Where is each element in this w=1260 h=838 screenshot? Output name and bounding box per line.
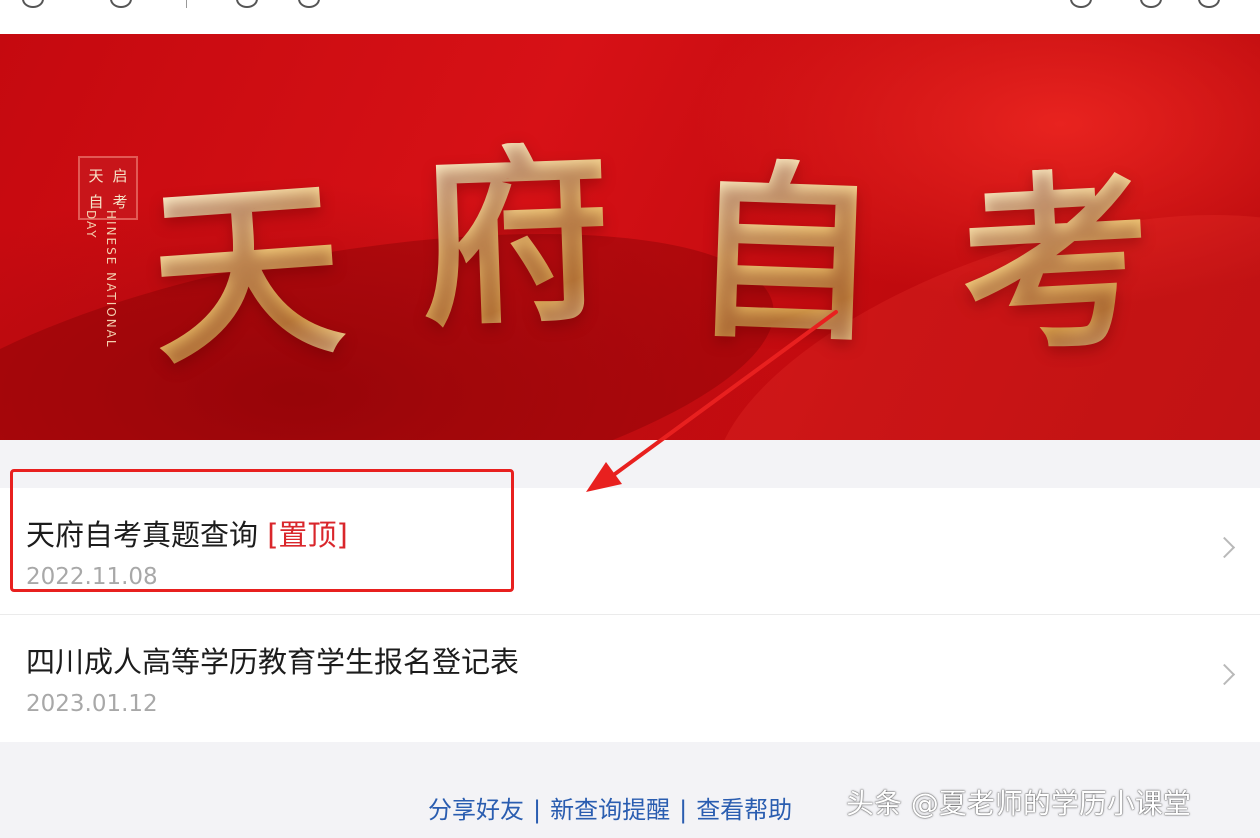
list-item-title: 四川成人高等学历教育学生报名登记表 [26, 639, 519, 681]
seal-char: 自 [88, 192, 104, 211]
share-friends-link[interactable]: 分享好友 [428, 796, 524, 824]
watermark: 头条 @夏老师的学历小课堂 [846, 787, 1191, 820]
banner-title-char: 自 [685, 138, 884, 369]
refresh-icon[interactable] [110, 0, 132, 8]
list-item[interactable]: 天府自考真题查询 [置顶] 2022.11.08 [0, 488, 1260, 615]
chevron-right-icon [1213, 663, 1236, 686]
top-nav-bar [0, 0, 1260, 34]
chevron-right-icon [1213, 536, 1236, 559]
list-item-date: 2023.01.12 [26, 691, 158, 717]
list-item-title: 天府自考真题查询 [置顶] [26, 512, 348, 554]
globe-icon[interactable] [298, 0, 320, 8]
query-list: 天府自考真题查询 [置顶] 2022.11.08 四川成人高等学历教育学生报名登… [0, 488, 1260, 742]
link-separator: | [533, 796, 542, 824]
footer-links: 分享好友 | 新查询提醒 | 查看帮助 [428, 790, 792, 825]
list-item-date: 2022.11.08 [26, 564, 158, 590]
seal-char: 启 [112, 166, 128, 185]
menu-icon[interactable] [1140, 0, 1162, 8]
banner-title: 天 府 自 考 [145, 122, 1157, 392]
list-item-title-text: 四川成人高等学历教育学生报名登记表 [26, 645, 520, 679]
banner-title-char: 考 [955, 147, 1157, 380]
list-item[interactable]: 四川成人高等学历教育学生报名登记表 2023.01.12 [0, 615, 1260, 742]
banner-image: 天 启 自 考 DAY HINESE NATIONAL 天 府 自 考 [0, 34, 1260, 440]
back-icon[interactable] [22, 0, 44, 8]
banner-title-char: 天 [144, 155, 350, 392]
more-icon[interactable] [1198, 0, 1220, 8]
pinned-badge: [置顶] [267, 518, 348, 552]
footer: 分享好友 | 新查询提醒 | 查看帮助 头条 @夏老师的学历小课堂 [0, 742, 1260, 838]
banner-vertical-text: HINESE NATIONAL [104, 210, 118, 349]
settings-icon[interactable] [236, 0, 258, 8]
share-icon[interactable] [1070, 0, 1092, 8]
toolbar-divider [186, 0, 187, 8]
banner-vertical-text: DAY [84, 210, 98, 240]
seal-char: 考 [112, 192, 128, 211]
seal-char: 天 [88, 166, 104, 185]
page: 天 启 自 考 DAY HINESE NATIONAL 天 府 自 考 天府自考… [0, 0, 1260, 838]
banner-title-char: 府 [415, 122, 614, 353]
new-query-reminder-link[interactable]: 新查询提醒 [550, 796, 670, 824]
view-help-link[interactable]: 查看帮助 [696, 796, 792, 824]
link-separator: | [679, 796, 688, 824]
list-item-title-text: 天府自考真题查询 [26, 518, 268, 552]
